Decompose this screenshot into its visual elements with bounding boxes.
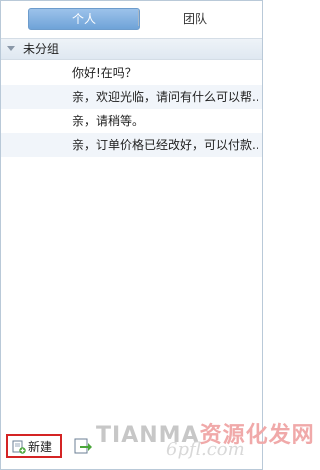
list-item[interactable]: 亲，欢迎光临，请问有什么可以帮...: [1, 85, 262, 109]
group-title: 未分组: [23, 42, 60, 56]
tab-divider: [138, 10, 139, 26]
reply-text: 亲，欢迎光临，请问有什么可以帮...: [72, 90, 258, 104]
new-document-icon: [12, 440, 26, 454]
tab-bar: 个人 团队: [1, 1, 262, 33]
new-button[interactable]: 新建: [6, 434, 62, 458]
import-icon: [74, 438, 92, 454]
group-header-ungrouped[interactable]: 未分组: [1, 38, 262, 60]
reply-text: 亲，请稍等。: [72, 114, 145, 128]
import-button[interactable]: [72, 434, 94, 458]
reply-text: 你好!在吗？: [72, 66, 137, 80]
list-item[interactable]: 亲，请稍等。: [1, 109, 262, 133]
reply-text: 亲，订单价格已经改好，可以付款...: [72, 138, 258, 152]
reply-list: 你好!在吗？ 亲，欢迎光临，请问有什么可以帮... 亲，请稍等。 亲，订单价格已…: [1, 61, 262, 157]
collapse-arrow-icon[interactable]: [7, 46, 15, 51]
list-item[interactable]: 你好!在吗？: [1, 61, 262, 85]
new-button-label: 新建: [28, 440, 53, 454]
tab-team[interactable]: 团队: [140, 8, 250, 30]
tab-personal[interactable]: 个人: [28, 8, 140, 30]
quick-reply-panel: 个人 团队 未分组 你好!在吗？ 亲，欢迎光临，请问有什么可以帮... 亲，请稍…: [0, 0, 314, 470]
list-item[interactable]: 亲，订单价格已经改好，可以付款...: [1, 133, 262, 157]
